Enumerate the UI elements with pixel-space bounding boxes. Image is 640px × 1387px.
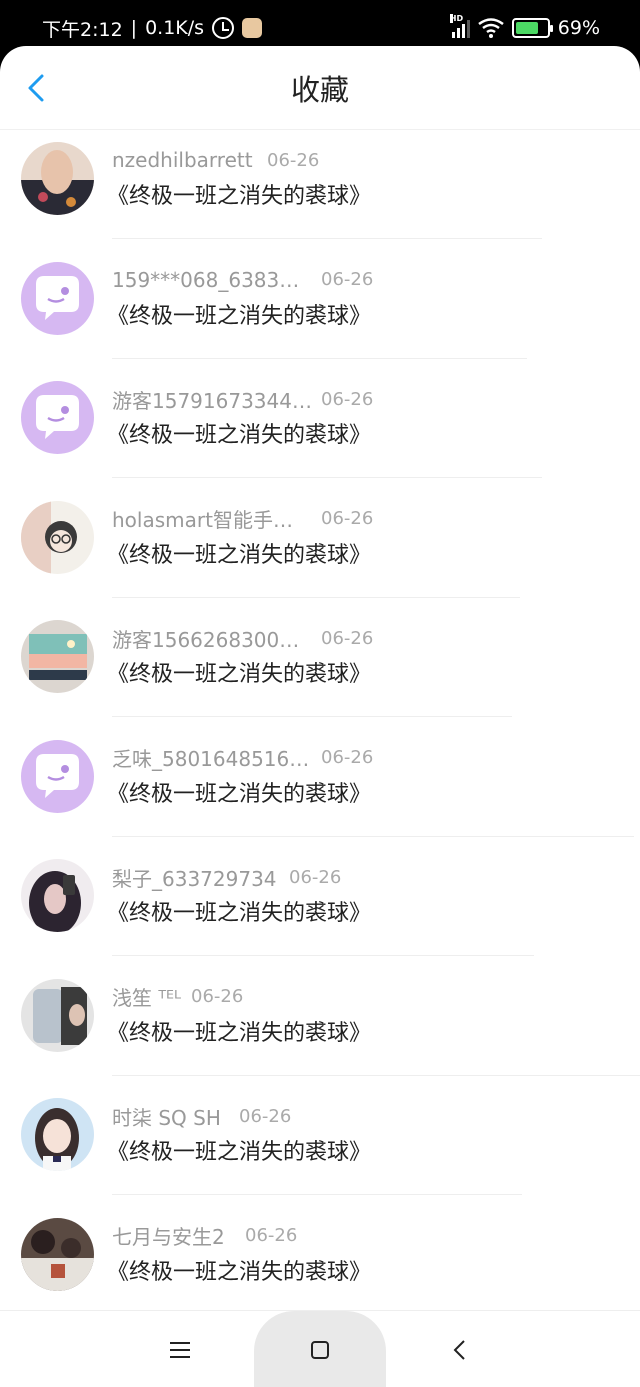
item-meta: 乏味_5801648516… 06-26: [112, 744, 373, 772]
user-avatar[interactable]: [21, 978, 94, 1052]
username: 游客1566268300…: [112, 627, 300, 652]
row-divider: [112, 1194, 522, 1195]
item-meta: 时柒 SQ SH 06-26: [112, 1102, 291, 1130]
favorite-list-item[interactable]: 浅笙 ᵀᴱᴸ 06-26 《终极一班之消失的裘球》: [0, 967, 640, 1087]
item-meta: nzedhilbarrett 06-26: [112, 146, 319, 174]
item-meta: 七月与安生2 06-26: [112, 1222, 297, 1250]
item-date: 06-26: [267, 149, 320, 171]
item-date: 06-26: [321, 388, 374, 410]
item-date: 06-26: [321, 627, 374, 649]
item-meta: holasmart智能手… 06-26: [112, 505, 373, 533]
favorite-list-item[interactable]: 游客1566268300… 06-26 《终极一班之消失的裘球》: [0, 608, 640, 728]
menu-icon: [170, 1341, 190, 1358]
username: 七月与安生2: [112, 1225, 225, 1249]
user-avatar[interactable]: [21, 1098, 94, 1171]
favorite-list-item[interactable]: nzedhilbarrett 06-26 《终极一班之消失的裘球》: [0, 130, 640, 250]
page-title: 收藏: [290, 72, 349, 107]
favorite-list-item[interactable]: holasmart智能手… 06-26 《终极一班之消失的裘球》: [0, 489, 640, 609]
username: holasmart智能手…: [112, 508, 293, 532]
item-title: 《终极一班之消失的裘球》: [107, 781, 372, 807]
system-navigation-bar: [0, 1310, 640, 1387]
row-divider: [112, 1074, 640, 1076]
username: 乏味_5801648516…: [112, 747, 310, 771]
home-square-icon: [311, 1340, 329, 1359]
battery-icon: [511, 18, 553, 38]
status-time: 下午2:12: [42, 18, 123, 41]
favorite-list-item[interactable]: 梨子_633729734 06-26 《终极一班之消失的裘球》: [0, 847, 640, 967]
hd-label: HD: [449, 14, 464, 23]
user-avatar[interactable]: [21, 859, 94, 932]
item-title: 《终极一班之消失的裘球》: [107, 542, 372, 568]
username: 浅笙 ᵀᴱᴸ: [112, 986, 182, 1010]
item-date: 06-26: [239, 1105, 292, 1127]
wifi-icon: [478, 18, 504, 38]
app-notification-icon: [242, 18, 263, 38]
item-title: 《终极一班之消失的裘球》: [107, 901, 372, 926]
item-date: 06-26: [289, 866, 342, 888]
item-title: 《终极一班之消失的裘球》: [107, 423, 372, 448]
item-meta: 浅笙 ᵀᴱᴸ 06-26: [112, 983, 243, 1011]
favorite-list-item[interactable]: 七月与安生2 06-26 《终极一班之消失的裘球》: [0, 1206, 640, 1326]
username: 159***068_6383…: [112, 267, 300, 292]
username: 梨子_633729734: [112, 866, 277, 891]
row-divider: [112, 716, 512, 717]
favorite-list-item[interactable]: 时柒 SQ SH 06-26 《终极一班之消失的裘球》: [0, 1086, 640, 1206]
user-avatar[interactable]: [21, 500, 94, 574]
item-title: 《终极一班之消失的裘球》: [107, 1259, 372, 1285]
user-avatar[interactable]: [21, 381, 94, 454]
favorite-list-item[interactable]: 游客15791673344… 06-26 《终极一班之消失的裘球》: [0, 369, 640, 489]
signal-icon: HD: [449, 14, 470, 38]
username: 游客15791673344…: [112, 388, 312, 413]
row-divider: [112, 835, 634, 837]
status-right: HD 69%: [449, 14, 600, 39]
item-title: 《终极一班之消失的裘球》: [107, 1140, 372, 1165]
user-avatar[interactable]: [21, 1217, 94, 1291]
home-button[interactable]: [254, 1311, 386, 1387]
item-meta: 159***068_6383… 06-26: [112, 266, 373, 294]
status-separator: |: [130, 17, 138, 39]
chevron-left-icon[interactable]: [20, 70, 56, 106]
recent-apps-button[interactable]: [140, 1311, 220, 1387]
status-network-speed: 0.1K/s: [145, 17, 205, 39]
item-meta: 梨子_633729734 06-26: [112, 863, 341, 891]
row-divider: [112, 955, 534, 956]
row-divider: [112, 357, 527, 359]
item-meta: 游客1566268300… 06-26: [112, 624, 373, 652]
favorite-list-item[interactable]: 乏味_5801648516… 06-26 《终极一班之消失的裘球》: [0, 728, 640, 848]
item-date: 06-26: [191, 986, 244, 1007]
alarm-icon: [212, 17, 235, 39]
username: 时柒 SQ SH: [112, 1105, 221, 1130]
item-title: 《终极一班之消失的裘球》: [107, 1020, 372, 1046]
favorites-list: nzedhilbarrett 06-26 《终极一班之消失的裘球》 159***068…: [0, 130, 640, 1325]
page-header: 收藏: [0, 46, 640, 130]
row-divider: [112, 596, 520, 598]
back-button[interactable]: [420, 1311, 500, 1387]
row-divider: [112, 477, 542, 478]
item-date: 06-26: [321, 269, 374, 290]
user-avatar[interactable]: [21, 142, 94, 215]
battery-percent: 69%: [557, 17, 600, 39]
user-avatar[interactable]: [21, 261, 94, 335]
user-avatar[interactable]: [21, 739, 94, 813]
item-date: 06-26: [321, 747, 374, 768]
back-triangle-icon: [453, 1339, 465, 1360]
status-left: 下午2:12 | 0.1K/s: [42, 15, 263, 42]
user-avatar[interactable]: [21, 620, 94, 693]
row-divider: [112, 238, 542, 239]
item-title: 《终极一班之消失的裘球》: [107, 662, 372, 687]
item-date: 06-26: [321, 508, 374, 529]
item-meta: 游客15791673344… 06-26: [112, 385, 373, 413]
item-title: 《终极一班之消失的裘球》: [107, 303, 372, 329]
favorite-list-item[interactable]: 159***068_6383… 06-26 《终极一班之消失的裘球》: [0, 250, 640, 370]
item-date: 06-26: [245, 1225, 298, 1246]
favorites-screen: 收藏 nzedhilbarrett 06-26 《终极一班之消失的裘球》 159***…: [0, 46, 640, 1387]
item-title: 《终极一班之消失的裘球》: [107, 184, 372, 209]
username: nzedhilbarrett: [112, 148, 253, 172]
